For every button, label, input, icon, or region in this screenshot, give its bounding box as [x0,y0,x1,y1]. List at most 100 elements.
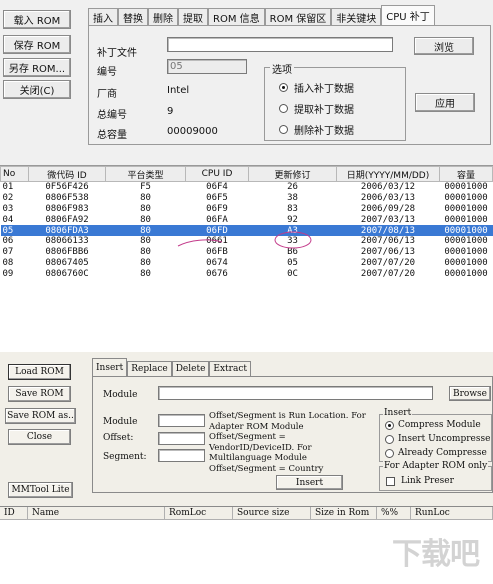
table-cell: 08 [2,257,14,268]
segment-input[interactable] [158,449,205,462]
id-field: 05 [167,59,247,74]
table-cell: 2006/03/13 [360,193,416,204]
insert-option-radio-1[interactable]: Insert Uncompresse [385,434,490,444]
microcode-grid: No 微代码 ID 平台类型 CPU ID 更新修订 日期(YYYY/MM/DD) 容量 0… [0,166,493,279]
insert-option-radio-2[interactable]: Already Compresse [385,448,487,458]
table-row[interactable]: 04 0806FA92 80 06FA 92 2007/03/13 00001000 [1,214,493,225]
tab-4[interactable]: ROM 信息 [208,8,265,25]
table-cell: 00001000 [444,182,488,193]
table-cell: 08067405 [45,257,89,268]
tab-1[interactable]: 替换 [118,8,148,25]
vendor-value: Intel [167,85,190,96]
save-rom-as-button-en[interactable]: Save ROM as.. [5,408,76,424]
table-row[interactable]: 09 0806760C 80 0676 0C 2007/07/20 00001000 [1,268,493,279]
radio-icon[interactable] [385,434,394,444]
radio-icon[interactable] [385,420,394,430]
apply-button[interactable]: 应用 [415,93,475,112]
column-header-1[interactable]: 微代码 ID [28,166,106,182]
tab-3[interactable]: 提取 [178,8,208,25]
radio-icon[interactable] [279,125,288,134]
load-rom-button-en[interactable]: Load ROM [8,364,71,380]
table-row[interactable]: 03 0806F983 80 06F9 83 2006/09/28 00001000 [1,204,493,215]
watermark-text: 下载吧 [392,537,480,572]
insert-button[interactable]: Insert [276,475,343,490]
tab-bar-en: Insert Replace Delete Extract [92,358,251,376]
table-row[interactable]: 08 08067405 80 0674 05 2007/07/20 00001000 [1,258,493,269]
table-cell: 00001000 [444,236,488,247]
table-cell: 00001000 [444,257,488,268]
column-header-2[interactable]: 平台类型 [105,166,186,182]
option-radio-0[interactable]: 插入补丁数据 [279,80,354,95]
option-label: 插入补丁数据 [294,84,354,95]
tab-en-2[interactable]: Delete [171,361,210,376]
table-cell: 07 [2,247,14,258]
tab-2[interactable]: 删除 [148,8,178,25]
table-cell: 09 [2,268,14,279]
id-label: 编号 [97,67,117,78]
module-column-header-3[interactable]: Source size [233,507,311,520]
table-cell: 80 [140,214,151,225]
table-cell: 2007/08/13 [336,225,440,236]
radio-icon[interactable] [279,83,288,92]
module-list-header: ID Name RomLoc Source size Size in Rom%% RunL… [0,507,493,520]
total-id-value: 9 [167,106,174,117]
radio-icon[interactable] [385,448,394,458]
table-cell: 2007/07/20 [360,268,416,279]
mmtool-lite-button[interactable]: MMTool Lite [8,482,73,498]
patch-file-input[interactable] [167,37,393,52]
browse-button-en[interactable]: Browse [449,386,491,401]
insert-option-radio-0[interactable]: Compress Module [385,420,481,430]
offset-input[interactable] [158,432,205,445]
close-button[interactable]: 关闭(C) [3,80,71,99]
save-rom-button-en[interactable]: Save ROM [8,386,71,402]
table-row[interactable]: 01 0F56F426 F5 06F4 26 2006/03/12 00001000 [1,182,493,193]
column-header-3[interactable]: CPU ID [185,166,249,182]
tab-5[interactable]: ROM 保留区 [264,8,332,25]
table-cell: 05 [0,225,29,236]
module-column-header-1[interactable]: Name [28,507,165,520]
tab-6[interactable]: 非关键块 [331,8,382,25]
table-cell: 02 [2,193,14,204]
option-label: Already Compresse [398,448,487,458]
table-cell: 06F4 [206,182,228,193]
module-column-header-6[interactable]: RunLoc [411,507,493,520]
tab-7[interactable]: CPU 补丁 [381,5,435,25]
adapter-rom-legend: For Adapter ROM only [383,461,489,471]
table-cell: 80 [140,257,151,268]
module-column-header-2[interactable]: RomLoc [165,507,233,520]
table-cell: 2006/03/12 [360,182,416,193]
module-column-header-4[interactable]: Size in Rom [311,507,377,520]
column-header-5[interactable]: 日期(YYYY/MM/DD) [336,166,440,182]
tab-en-1[interactable]: Replace [127,361,172,376]
link-preserve-label: Link Preser [401,476,454,486]
link-preserve-checkbox[interactable]: Link Preser [386,476,454,486]
save-rom-as-button[interactable]: 另存 ROM... [3,58,71,77]
checkbox-box[interactable] [386,476,395,486]
option-radio-2[interactable]: 删除补丁数据 [279,122,354,137]
options-group: 选项 插入补丁数据 提取补丁数据 删除补丁数据 [264,61,406,141]
table-cell: 0676 [206,268,228,279]
browse-button[interactable]: 浏览 [414,37,474,55]
tab-en-0[interactable]: Insert [92,358,128,376]
save-rom-button[interactable]: 保存 ROM [3,35,71,54]
tab-en-3[interactable]: Extract [209,361,251,376]
total-size-label: 总容量 [97,130,127,141]
column-header-6[interactable]: 容量 [439,166,493,182]
module-column-header-0[interactable]: ID [0,507,28,520]
cpu-patch-tab-page: 补丁文件 浏览 编号 05 厂商 Intel 总编号 9 总容量 0000900… [88,25,491,145]
table-cell: 00001000 [444,193,488,204]
table-row[interactable]: 02 0806F538 80 06F5 38 2006/03/13 00001000 [1,193,493,204]
load-rom-button[interactable]: 载入 ROM [3,10,71,29]
radio-icon[interactable] [279,104,288,113]
total-size-value: 00009000 [167,126,218,137]
tab-0[interactable]: 插入 [88,8,118,25]
mmtool-window: Load ROM Save ROM Save ROM as.. Close MM… [0,352,493,584]
column-header-0[interactable]: No [0,166,29,182]
close-button-en[interactable]: Close [8,429,71,445]
option-radio-1[interactable]: 提取补丁数据 [279,101,354,116]
module-id-input[interactable] [158,414,205,427]
module-column-header-5[interactable]: %% [377,507,411,520]
column-header-4[interactable]: 更新修订 [248,166,337,182]
module-path-input[interactable] [158,386,433,400]
table-cell: 00001000 [444,247,488,258]
